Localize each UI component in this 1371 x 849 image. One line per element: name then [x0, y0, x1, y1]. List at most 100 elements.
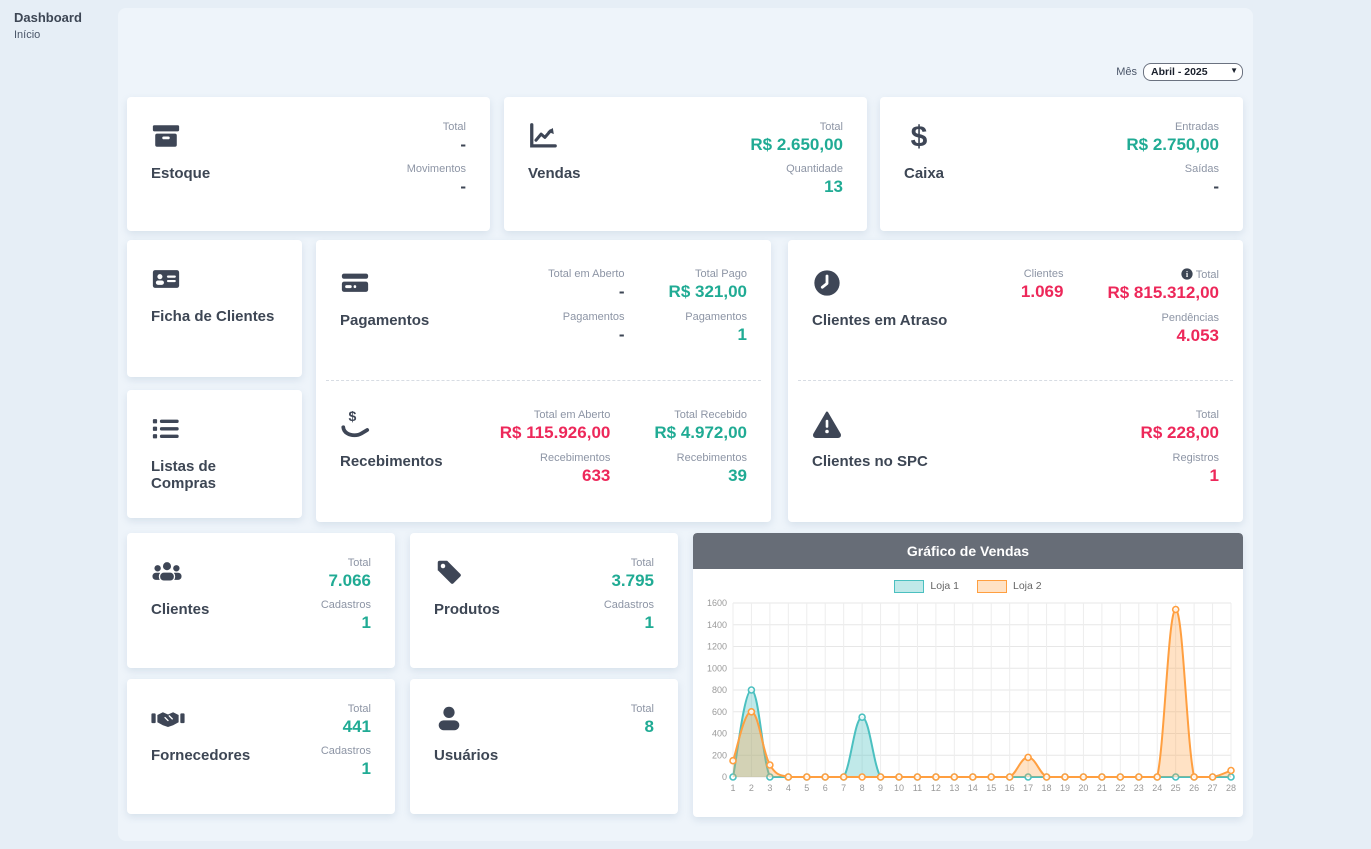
card-title: Recebimentos	[340, 453, 456, 470]
card-title: Usuários	[434, 747, 498, 764]
stat-label: Total Recebido	[654, 409, 747, 421]
svg-text:14: 14	[968, 783, 978, 793]
svg-text:9: 9	[878, 783, 883, 793]
stat-value: 13	[786, 177, 843, 197]
stat-value: R$ 2.750,00	[1126, 135, 1219, 155]
card-title: Produtos	[434, 601, 500, 618]
section-pagamentos: Pagamentos Total em Aberto- Pagamentos- …	[316, 240, 771, 380]
legend-swatch-loja2	[977, 580, 1007, 593]
card-atraso-spc[interactable]: Clientes em Atraso Clientes1.069 iTotal …	[788, 240, 1243, 522]
svg-text:1: 1	[730, 783, 735, 793]
svg-text:200: 200	[712, 750, 727, 760]
stat-value: 8	[631, 717, 654, 737]
stat-value: R$ 4.972,00	[654, 423, 747, 443]
card-title: Clientes	[151, 601, 209, 618]
card-title: Pagamentos	[340, 312, 504, 329]
card-estoque[interactable]: Estoque Total- Movimentos-	[127, 97, 490, 231]
stat-label: iTotal	[1107, 268, 1219, 281]
sales-line-chart[interactable]: 0200400600800100012001400160012345678910…	[697, 595, 1239, 816]
svg-text:24: 24	[1152, 783, 1162, 793]
svg-text:1600: 1600	[707, 598, 727, 608]
svg-text:20: 20	[1078, 783, 1088, 793]
stat-value: R$ 228,00	[1141, 423, 1219, 443]
card-title: Caixa	[904, 165, 944, 182]
card-title: Fornecedores	[151, 747, 250, 764]
credit-card-icon	[340, 268, 504, 298]
card-fornecedores[interactable]: Fornecedores Total441 Cadastros1	[127, 679, 395, 814]
stat-value: R$ 2.650,00	[750, 135, 843, 155]
stat-label: Cadastros	[321, 599, 371, 611]
svg-text:1200: 1200	[707, 642, 727, 652]
stat-label: Entradas	[1126, 121, 1219, 133]
month-filter-label: Mês	[1116, 66, 1137, 78]
stat-value: -	[1185, 177, 1219, 197]
stat-value: R$ 321,00	[669, 282, 747, 302]
stat-value: 4.053	[1107, 326, 1219, 346]
card-title: Clientes no SPC	[812, 453, 1053, 470]
users-icon	[151, 557, 209, 587]
svg-text:11: 11	[913, 783, 922, 793]
card-listas-de-compras[interactable]: Listas de Compras	[127, 390, 302, 518]
svg-text:22: 22	[1115, 783, 1125, 793]
svg-text:15: 15	[986, 783, 996, 793]
card-ficha-de-clientes[interactable]: Ficha de Clientes	[127, 240, 302, 377]
svg-text:12: 12	[931, 783, 941, 793]
svg-text:0: 0	[722, 772, 727, 782]
stat-label: Total em Aberto	[500, 409, 611, 421]
stat-value: 633	[500, 466, 611, 486]
stat-value: 1	[321, 613, 371, 633]
hand-holding-dollar-icon: $	[340, 409, 456, 439]
card-caixa[interactable]: $ Caixa EntradasR$ 2.750,00 Saídas-	[880, 97, 1243, 231]
stat-label: Cadastros	[604, 599, 654, 611]
info-icon[interactable]: i	[1181, 268, 1193, 280]
stat-label: Pagamentos	[669, 311, 747, 323]
svg-text:16: 16	[1005, 783, 1015, 793]
card-produtos[interactable]: Produtos Total3.795 Cadastros1	[410, 533, 678, 668]
card-title: Estoque	[151, 165, 210, 182]
month-select[interactable]: Abril - 2025	[1143, 63, 1243, 81]
stat-label: Movimentos	[407, 163, 466, 175]
card-pagamentos-recebimentos[interactable]: Pagamentos Total em Aberto- Pagamentos- …	[316, 240, 771, 522]
stat-label: Recebimentos	[500, 452, 611, 464]
svg-text:1000: 1000	[707, 663, 727, 673]
stat-value: R$ 815.312,00	[1107, 283, 1219, 303]
stat-value: 1	[1141, 466, 1219, 486]
svg-text:7: 7	[841, 783, 846, 793]
stat-label: Total	[1141, 409, 1219, 421]
legend-item-loja2[interactable]: Loja 2	[977, 580, 1042, 593]
stat-value: 441	[343, 717, 371, 737]
card-title: Vendas	[528, 165, 581, 182]
card-clientes[interactable]: Clientes Total7.066 Cadastros1	[127, 533, 395, 668]
warning-triangle-icon	[812, 409, 1053, 439]
chart-line-icon	[528, 121, 581, 151]
stat-label: Cadastros	[321, 745, 371, 757]
user-icon	[434, 703, 498, 733]
stat-value: -	[548, 325, 624, 345]
card-vendas[interactable]: Vendas TotalR$ 2.650,00 Quantidade13	[504, 97, 867, 231]
svg-text:28: 28	[1226, 783, 1236, 793]
month-filter: Mês Abril - 2025 ▼	[1040, 62, 1243, 81]
svg-text:2: 2	[749, 783, 754, 793]
chart-legend: Loja 1 Loja 2	[697, 577, 1239, 595]
stat-value: 7.066	[328, 571, 371, 591]
legend-item-loja1[interactable]: Loja 1	[894, 580, 959, 593]
svg-text:26: 26	[1189, 783, 1199, 793]
handshake-icon	[151, 703, 250, 733]
card-title: Listas de Compras	[151, 458, 278, 492]
svg-text:1400: 1400	[707, 620, 727, 630]
svg-text:$: $	[348, 409, 356, 424]
breadcrumb[interactable]: Início	[14, 29, 40, 41]
stat-value: -	[443, 135, 466, 155]
id-card-icon	[151, 264, 274, 294]
svg-text:$: $	[911, 121, 928, 151]
stat-label: Total	[750, 121, 843, 133]
stat-value: 1	[604, 613, 654, 633]
section-clientes-no-spc: Clientes no SPC TotalR$ 228,00 Registros…	[788, 381, 1243, 521]
svg-text:3: 3	[767, 783, 772, 793]
svg-text:19: 19	[1060, 783, 1070, 793]
svg-text:23: 23	[1134, 783, 1144, 793]
card-usuarios[interactable]: Usuários Total8	[410, 679, 678, 814]
svg-text:800: 800	[712, 685, 727, 695]
chart-title: Gráfico de Vendas	[693, 533, 1243, 569]
svg-text:18: 18	[1042, 783, 1052, 793]
